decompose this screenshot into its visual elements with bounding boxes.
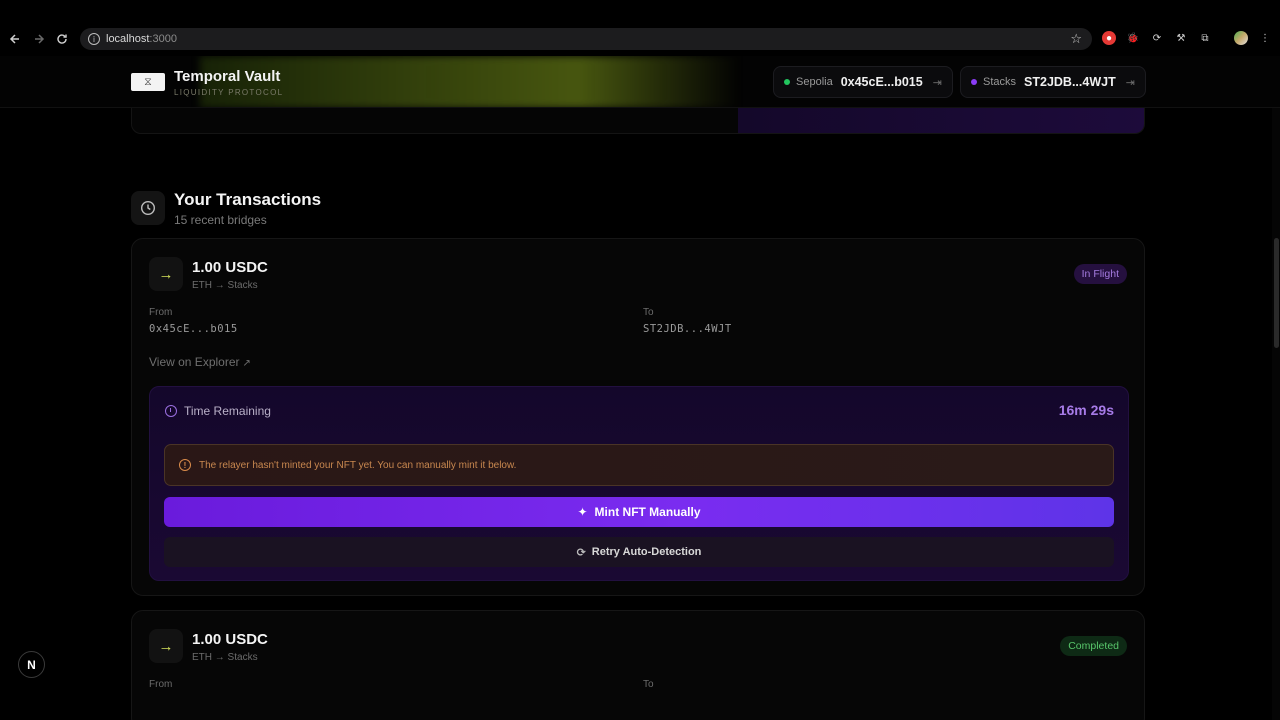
explorer-link-label: View on Explorer — [149, 355, 240, 369]
profile-avatar[interactable] — [1234, 31, 1248, 45]
status-dot — [784, 79, 790, 85]
transaction-card: → 1.00 USDC ETH → Stacks Completed From … — [131, 610, 1145, 720]
external-link-icon: ↗ — [242, 358, 251, 369]
tx-amount: 1.00 USDC — [192, 259, 268, 276]
tool-icon[interactable]: ⚒ — [1174, 31, 1188, 45]
record-icon[interactable]: ● — [1102, 31, 1116, 45]
sync-icon[interactable]: ⟳ — [1150, 31, 1164, 45]
site-info-icon[interactable]: i — [88, 33, 100, 45]
wallet-network: Sepolia — [796, 76, 833, 88]
url-host: localhost — [106, 33, 150, 45]
alert-circle-icon: ! — [179, 459, 191, 471]
menu-kebab-icon[interactable]: ⋮ — [1258, 31, 1272, 45]
sparkles-icon: ✦ — [577, 505, 588, 519]
disconnect-icon[interactable]: ⇥ — [933, 76, 942, 89]
forward-icon[interactable] — [29, 29, 49, 49]
url-text: localhost:3000 — [106, 33, 177, 45]
clock-icon — [165, 405, 177, 417]
tx-route: ETH → Stacks — [192, 280, 258, 291]
brand-title[interactable]: Temporal Vault — [174, 68, 280, 85]
from-address: 0x45cE...b015 — [149, 323, 238, 335]
refresh-icon: ⟳ — [576, 546, 586, 559]
url-port: :3000 — [149, 33, 177, 45]
sepolia-wallet-chip[interactable]: Sepolia 0x45cE...b015 ⇥ — [773, 66, 953, 98]
bookmark-star-icon[interactable]: ☆ — [1070, 31, 1082, 47]
mint-nft-button[interactable]: ✦ Mint NFT Manually — [164, 497, 1114, 527]
from-label: From — [149, 307, 173, 318]
header-glow — [200, 56, 740, 107]
status-badge: In Flight — [1073, 264, 1127, 284]
view-explorer-link[interactable]: View on Explorer ↗ — [149, 355, 251, 369]
retry-detection-button[interactable]: ⟳ Retry Auto-Detection — [164, 537, 1114, 567]
history-clock-icon — [131, 191, 165, 225]
browser-chrome: i localhost:3000 ☆ ● 🐞 ⟳ ⚒ ⧉ ⋮ — [0, 0, 1280, 56]
nextjs-dev-indicator[interactable]: N — [18, 651, 45, 678]
stacks-wallet-chip[interactable]: Stacks ST2JDB...4WJT ⇥ — [960, 66, 1146, 98]
section-title: Your Transactions — [174, 190, 322, 209]
scrollbar[interactable] — [1272, 108, 1280, 720]
logo-icon[interactable]: ⧖ — [131, 73, 165, 91]
transaction-card: → 1.00 USDC ETH → Stacks In Flight From … — [131, 238, 1145, 596]
relayer-warning: ! The relayer hasn't minted your NFT yet… — [164, 444, 1114, 486]
section-subtitle: 15 recent bridges — [174, 213, 267, 227]
bug-icon[interactable]: 🐞 — [1126, 31, 1140, 45]
arrow-right-icon: → — [149, 629, 183, 663]
previous-card-edge — [131, 108, 1145, 134]
back-icon[interactable] — [5, 29, 25, 49]
tx-route: ETH → Stacks — [192, 652, 258, 663]
wallet-address: 0x45cE...b015 — [840, 75, 923, 89]
retry-button-label: Retry Auto-Detection — [591, 546, 702, 558]
reload-icon[interactable] — [52, 29, 72, 49]
to-address: ST2JDB...4WJT — [643, 323, 732, 335]
tx-amount: 1.00 USDC — [192, 631, 268, 648]
scrollbar-thumb[interactable] — [1274, 238, 1279, 348]
time-remaining-label: Time Remaining — [184, 404, 271, 418]
arrow-right-icon: → — [149, 257, 183, 291]
brand-subtitle: LIQUIDITY PROTOCOL — [174, 88, 284, 97]
mint-button-label: Mint NFT Manually — [594, 505, 701, 519]
wallet-network: Stacks — [983, 76, 1017, 88]
warning-text: The relayer hasn't minted your NFT yet. … — [199, 459, 517, 471]
time-remaining-value: 16m 29s — [1058, 402, 1114, 418]
disconnect-icon[interactable]: ⇥ — [1126, 76, 1135, 89]
status-badge: Completed — [1060, 636, 1127, 656]
in-flight-panel: Time Remaining 16m 29s ! The relayer has… — [149, 386, 1129, 581]
puzzle-icon[interactable]: ⧉ — [1198, 31, 1212, 45]
status-dot — [971, 79, 977, 85]
app-header: ⧖ Temporal Vault LIQUIDITY PROTOCOL Sepo… — [0, 56, 1280, 108]
to-label: To — [643, 679, 654, 690]
address-bar[interactable]: i localhost:3000 ☆ — [80, 28, 1092, 50]
to-label: To — [643, 307, 654, 318]
previous-card-accent — [738, 108, 1144, 133]
wallet-address: ST2JDB...4WJT — [1024, 75, 1116, 89]
time-remaining-row: Time Remaining — [165, 404, 271, 418]
from-label: From — [149, 679, 173, 690]
